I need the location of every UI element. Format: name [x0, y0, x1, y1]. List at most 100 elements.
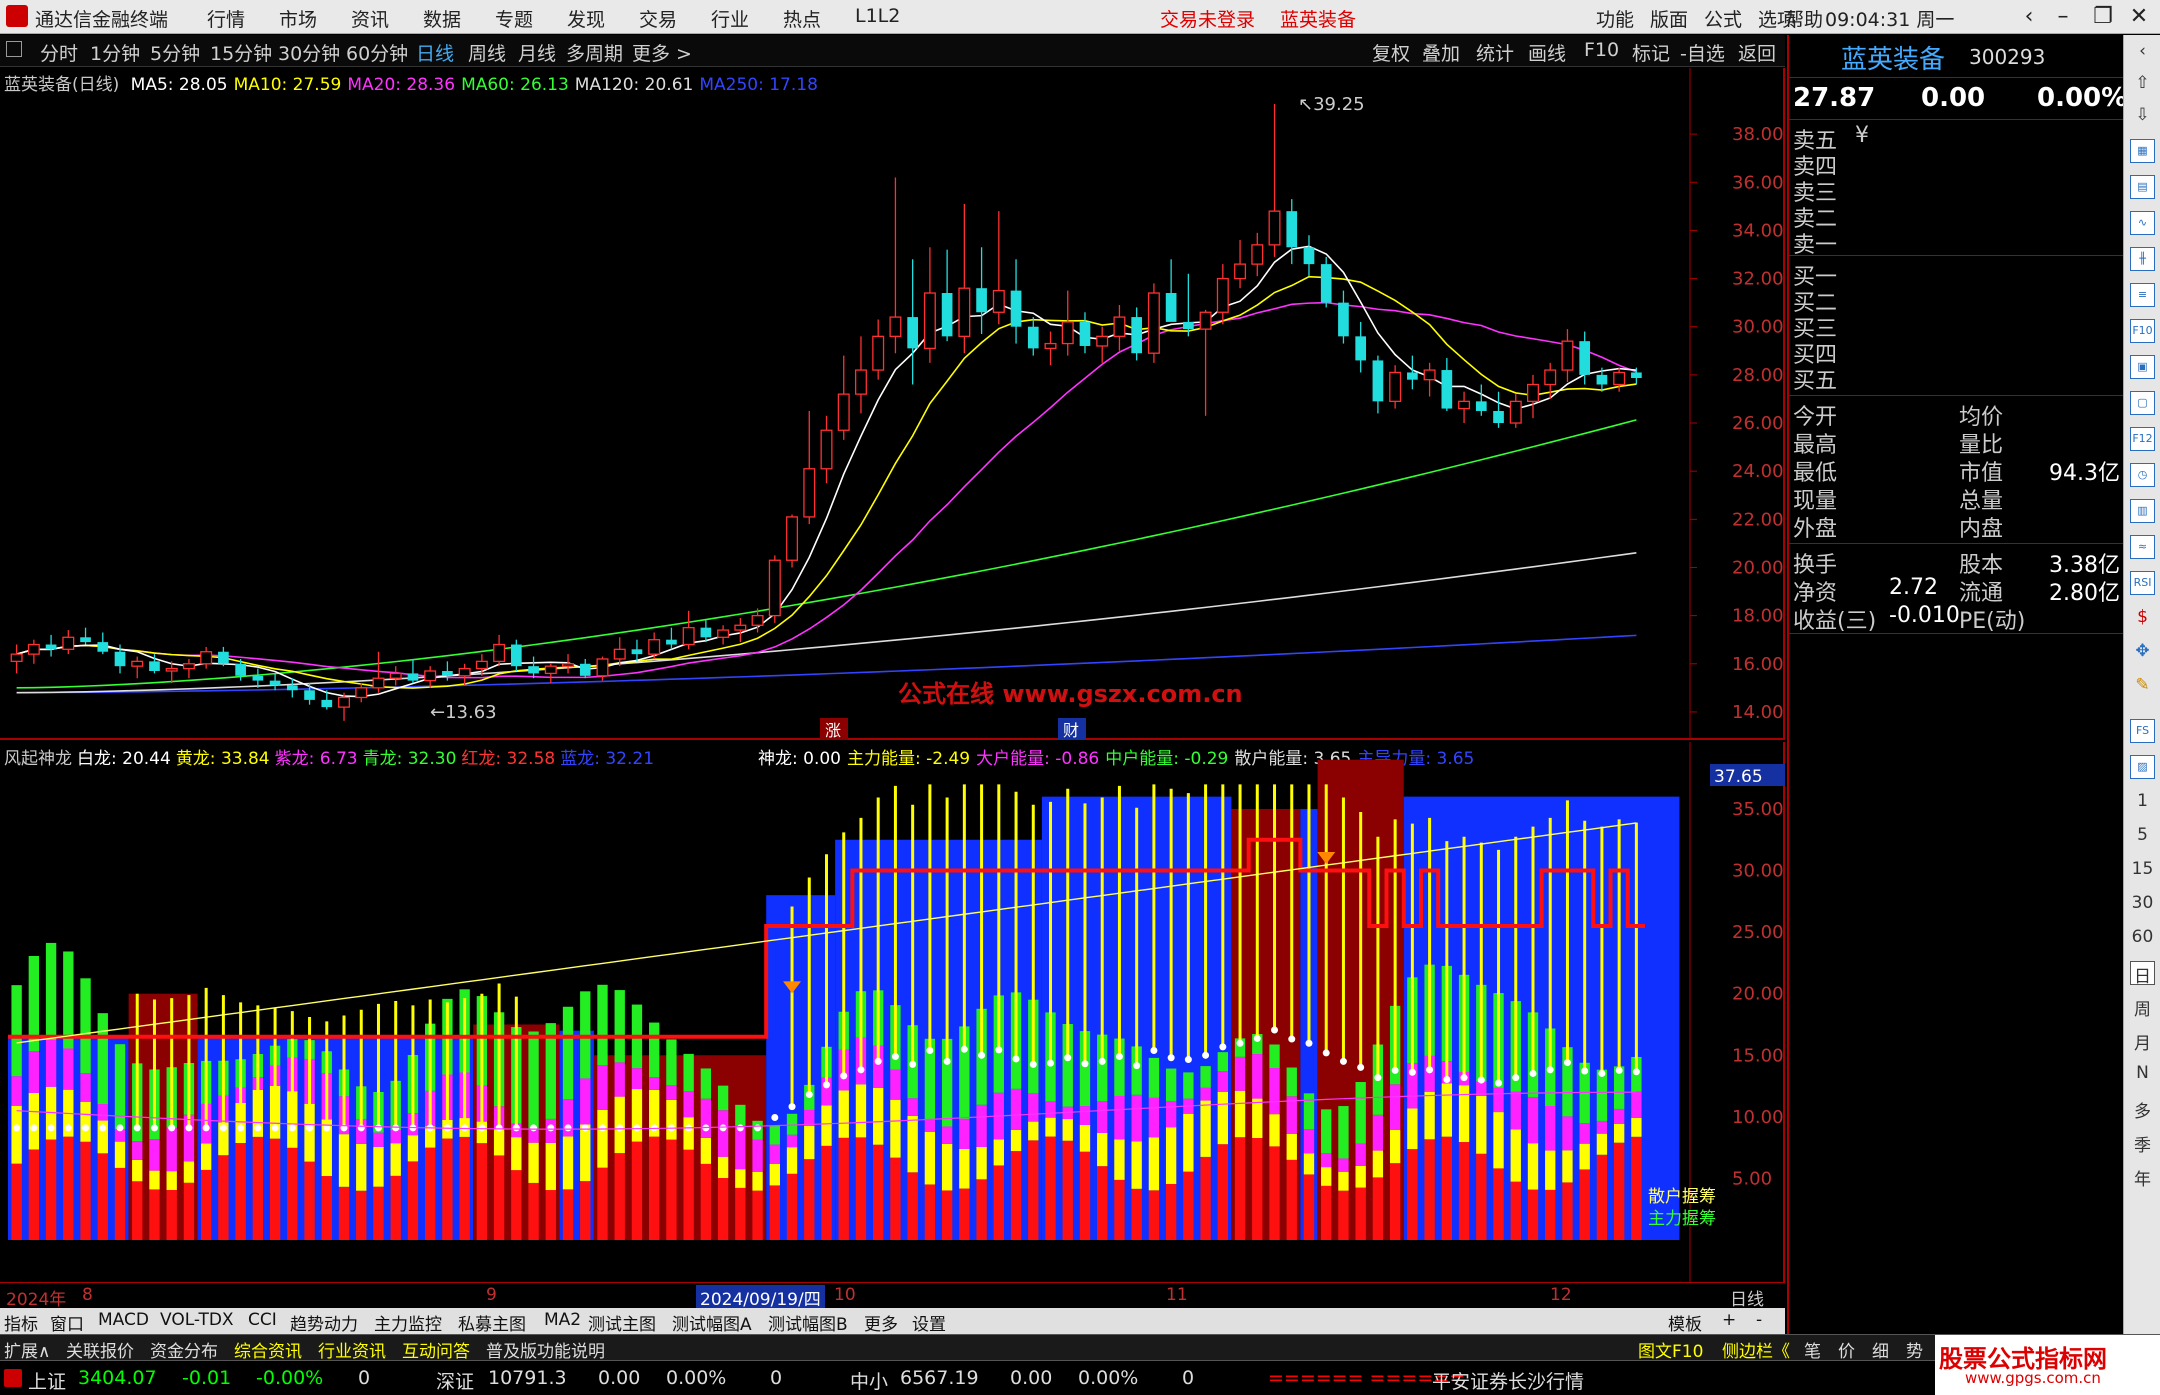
- wave-icon[interactable]: ≈: [2130, 535, 2155, 559]
- index-label[interactable]: 上证: [28, 1367, 66, 1394]
- kline-icon[interactable]: ╫: [2130, 247, 2155, 271]
- indicator-tab[interactable]: VOL-TDX: [160, 1310, 234, 1330]
- period-1[interactable]: 1: [2130, 791, 2155, 815]
- indicator-tab[interactable]: 测试主图: [588, 1310, 656, 1335]
- period-tab[interactable]: 15分钟: [210, 39, 272, 66]
- index-label[interactable]: 中小: [850, 1367, 888, 1394]
- menu-item[interactable]: 资讯: [351, 5, 389, 32]
- info-tab[interactable]: 扩展∧: [4, 1337, 50, 1362]
- indicator-tab[interactable]: MACD: [98, 1310, 149, 1330]
- main-chart-panel[interactable]: 蓝英装备(日线) MA5: 28.05 MA10: 27.59 MA20: 28.3…: [0, 68, 1785, 740]
- menu-item[interactable]: 交易: [639, 5, 677, 32]
- period-5[interactable]: 5: [2130, 825, 2155, 849]
- period-week[interactable]: 周: [2130, 995, 2155, 1020]
- tool-button[interactable]: -自选: [1680, 39, 1725, 66]
- period-tab-more[interactable]: 更多 >: [632, 39, 692, 66]
- menu-item-right[interactable]: 帮助: [1785, 5, 1823, 32]
- back-arrow-icon[interactable]: ‹: [2012, 2, 2046, 32]
- rsi-icon[interactable]: RSI: [2130, 571, 2155, 595]
- period-15[interactable]: 15: [2130, 859, 2155, 883]
- add-button[interactable]: +: [1722, 1310, 1736, 1330]
- period-tab[interactable]: 多周期: [566, 39, 623, 66]
- pen-icon[interactable]: ✎: [2130, 675, 2155, 699]
- period-tab-active[interactable]: 日线: [416, 39, 454, 66]
- menu-item-right[interactable]: 功能: [1596, 5, 1634, 32]
- info-tab[interactable]: 综合资讯: [234, 1337, 302, 1362]
- index-label[interactable]: 深证: [436, 1367, 474, 1394]
- indicator-tab[interactable]: MA2: [544, 1310, 581, 1330]
- tool-button[interactable]: 返回: [1738, 39, 1776, 66]
- indicator-tab[interactable]: 指标: [4, 1310, 38, 1335]
- indicator-tab[interactable]: CCI: [248, 1310, 277, 1330]
- menu-item[interactable]: 行情: [207, 5, 245, 32]
- info-tab-right[interactable]: 势: [1906, 1337, 1923, 1362]
- grid-icon[interactable]: ▤: [2130, 175, 2155, 199]
- period-tab[interactable]: 60分钟: [346, 39, 408, 66]
- chart-icon[interactable]: ▥: [2130, 499, 2155, 523]
- info-tab[interactable]: 行业资讯: [318, 1337, 386, 1362]
- f10-icon[interactable]: F10: [2130, 319, 2155, 343]
- menu-item-right[interactable]: 公式: [1704, 5, 1742, 32]
- tool-button[interactable]: 画线: [1528, 39, 1566, 66]
- period-year[interactable]: 年: [2130, 1165, 2155, 1190]
- up-arrow-icon[interactable]: ⇧: [2130, 73, 2155, 97]
- info-tab-right[interactable]: 价: [1838, 1337, 1855, 1362]
- period-60[interactable]: 60: [2130, 927, 2155, 951]
- info-tab[interactable]: 关联报价: [66, 1337, 134, 1362]
- indicator-tab[interactable]: 测试幅图B: [768, 1310, 848, 1335]
- period-tab[interactable]: 5分钟: [150, 39, 200, 66]
- period-tab[interactable]: 周线: [468, 39, 506, 66]
- tool-button[interactable]: F10: [1584, 39, 1619, 61]
- menu-item[interactable]: 热点: [783, 5, 821, 32]
- price-chart[interactable]: 38.00 36.00 34.00 32.00 30.00 28.00 26.00 24.00…: [0, 68, 1785, 740]
- indicator-tab[interactable]: 窗口: [50, 1310, 84, 1335]
- period-tab[interactable]: 分时: [40, 39, 78, 66]
- period-multi[interactable]: 多: [2130, 1097, 2155, 1122]
- period-month[interactable]: 月: [2130, 1029, 2155, 1054]
- info-tab[interactable]: 资金分布: [150, 1337, 218, 1362]
- menu-item[interactable]: 专题: [495, 5, 533, 32]
- period-day-active[interactable]: 日: [2130, 961, 2155, 987]
- period-tab[interactable]: 30分钟: [278, 39, 340, 66]
- money-icon[interactable]: $: [2130, 607, 2155, 631]
- menu-item[interactable]: 数据: [423, 5, 461, 32]
- indicator-panel[interactable]: 风起神龙 白龙: 20.44 黄龙: 33.84 紫龙: 6.73 青龙: 32.30 红…: [0, 742, 1785, 1282]
- tool-button[interactable]: 标记: [1632, 39, 1670, 66]
- info-tab-right[interactable]: 侧边栏《: [1722, 1337, 1790, 1362]
- restore-icon[interactable]: ❐: [2086, 2, 2120, 32]
- period-quarter[interactable]: 季: [2130, 1131, 2155, 1156]
- info-tab-right[interactable]: 细: [1872, 1337, 1889, 1362]
- f12-icon[interactable]: F12: [2130, 427, 2155, 451]
- tool-button[interactable]: 统计: [1476, 39, 1514, 66]
- close-icon[interactable]: ✕: [2122, 2, 2156, 32]
- menu-item[interactable]: 行业: [711, 5, 749, 32]
- tool-button[interactable]: 叠加: [1422, 39, 1460, 66]
- expand-icon[interactable]: ‹: [2130, 41, 2155, 65]
- indicator-tab[interactable]: 更多: [864, 1310, 898, 1335]
- remove-button[interactable]: -: [1756, 1310, 1762, 1330]
- trade-login-status[interactable]: 交易未登录: [1160, 5, 1255, 32]
- indicator-tab[interactable]: 主力监控: [374, 1310, 442, 1335]
- down-arrow-icon[interactable]: ⇩: [2130, 105, 2155, 129]
- period-tab[interactable]: 月线: [518, 39, 556, 66]
- menu-item[interactable]: 市场: [279, 5, 317, 32]
- quote-list-icon[interactable]: ▦: [2130, 139, 2155, 163]
- tool-button[interactable]: 复权: [1372, 39, 1410, 66]
- indicator-tab[interactable]: 设置: [912, 1310, 946, 1335]
- table-icon[interactable]: ≡: [2130, 283, 2155, 307]
- template-button[interactable]: 模板: [1668, 1310, 1702, 1335]
- indicator-chart[interactable]: 35.00 30.00 25.00 20.00 15.00 10.00 5.00 37.65 散…: [0, 742, 1785, 1282]
- move-icon[interactable]: ✥: [2130, 641, 2155, 665]
- menu-item-right[interactable]: 版面: [1650, 5, 1688, 32]
- image-icon[interactable]: ▨: [2130, 755, 2155, 779]
- period-30[interactable]: 30: [2130, 893, 2155, 917]
- document-icon[interactable]: ▢: [2130, 391, 2155, 415]
- indicator-tab[interactable]: 趋势动力: [290, 1310, 358, 1335]
- menu-item[interactable]: 发现: [567, 5, 605, 32]
- info-tab[interactable]: 普及版功能说明: [486, 1337, 605, 1362]
- panel-toggle-icon[interactable]: [6, 41, 22, 57]
- period-tab[interactable]: 1分钟: [90, 39, 140, 66]
- info-tab[interactable]: 互动问答: [402, 1337, 470, 1362]
- fs-icon[interactable]: FS: [2130, 719, 2155, 743]
- period-n[interactable]: N: [2130, 1063, 2155, 1087]
